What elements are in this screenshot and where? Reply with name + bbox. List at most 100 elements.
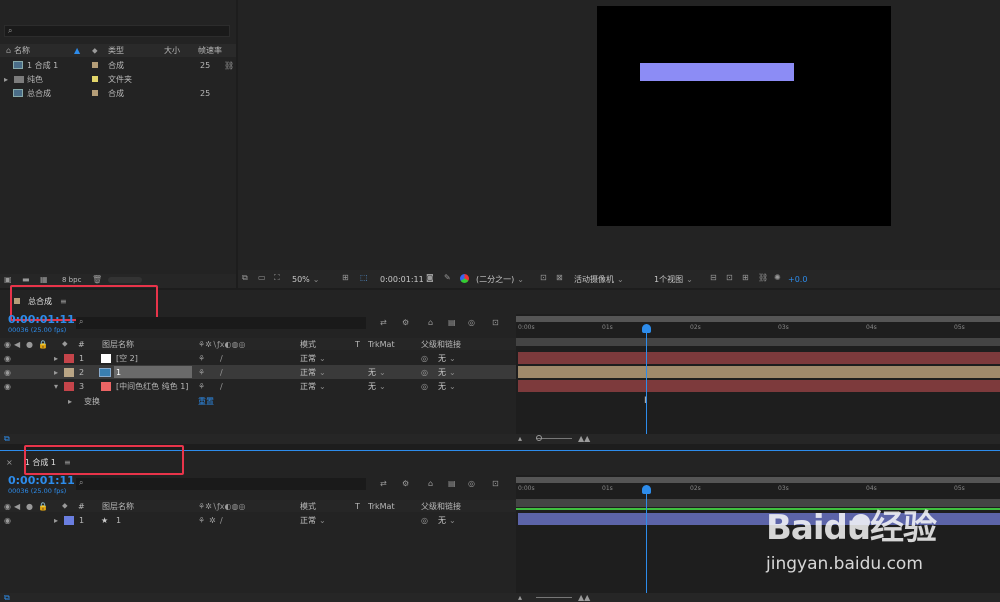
shy-layers-icon[interactable]: ⌂ (428, 479, 433, 488)
quality-switch-icon[interactable]: ∕ (220, 382, 223, 391)
trkmat-dropdown[interactable]: 无 (368, 366, 386, 378)
graph-editor-icon[interactable]: ⊡ (492, 479, 499, 488)
current-time-indicator[interactable] (646, 324, 647, 434)
expand-arrow-icon[interactable]: ▸ (68, 397, 72, 406)
mask-visibility-icon[interactable]: ⛶ (274, 273, 280, 283)
current-time-indicator[interactable] (646, 485, 647, 593)
toggle-switches-icon[interactable]: ⧉ (4, 593, 10, 602)
eye-icon[interactable]: ◉ (4, 354, 11, 363)
draft-3d-icon[interactable]: ⚙ (402, 318, 409, 327)
layer-label-color[interactable] (64, 381, 74, 391)
resolution-dropdown[interactable]: (二分之一) (476, 273, 524, 285)
column-layer-name[interactable]: 图层名称 (102, 339, 134, 350)
parent-dropdown[interactable]: 无 (438, 514, 456, 526)
playhead-handle[interactable] (642, 485, 651, 494)
toggle-switches-icon[interactable]: ⧉ (4, 434, 10, 444)
trkmat-dropdown[interactable]: 无 (368, 380, 386, 392)
zoom-slider[interactable] (536, 597, 572, 598)
composition-canvas[interactable] (597, 6, 891, 226)
snapshot-camera-icon[interactable]: ◙ (426, 273, 434, 282)
project-item[interactable]: ▸ 纯色 文件夹 (0, 72, 236, 86)
bpc-button[interactable]: 8 bpc (62, 276, 81, 284)
quality-switch-icon[interactable]: ∕ (220, 368, 223, 377)
shy-switch-icon[interactable]: ⚘ (198, 354, 205, 363)
pick-whip-icon[interactable]: ◎ (421, 368, 428, 377)
shape-layer-rectangle[interactable] (640, 63, 794, 81)
parent-dropdown[interactable]: 无 (438, 380, 456, 392)
layer-label-color[interactable] (64, 367, 74, 377)
reset-link[interactable]: 重置 (198, 396, 214, 407)
frame-blending-icon[interactable]: ▤ (448, 479, 456, 488)
zoom-out-icon[interactable]: ▴ (518, 593, 522, 602)
expand-arrow-icon[interactable]: ▸ (54, 354, 58, 363)
fast-preview-icon[interactable]: ⊠ (556, 273, 563, 282)
column-layer-name[interactable]: 图层名称 (102, 501, 134, 512)
flowchart-icon[interactable]: ⛓ (758, 273, 768, 282)
eye-icon[interactable]: ◉ (4, 382, 11, 391)
region-of-interest-icon[interactable]: ⬚ (360, 273, 368, 282)
blend-mode-dropdown[interactable]: 正常 (300, 366, 326, 378)
flowchart-icon[interactable]: ⛓ (224, 61, 234, 70)
current-time-display[interactable]: 0:00:01:11 (8, 313, 75, 326)
monitor-icon[interactable]: ▭ (258, 273, 266, 282)
camera-dropdown[interactable]: 活动摄像机 (574, 273, 624, 285)
layer-label-color[interactable] (64, 515, 74, 525)
expand-arrow-icon[interactable]: ▸ (54, 516, 58, 525)
sort-ascending-icon[interactable]: ▲ (74, 46, 80, 55)
layer-search-input[interactable]: ⌕ (76, 478, 366, 490)
zoom-in-icon[interactable]: ▲▲ (578, 434, 590, 443)
zoom-in-icon[interactable]: ▲▲ (578, 593, 590, 602)
shy-layers-icon[interactable]: ⌂ (428, 318, 433, 327)
blend-mode-dropdown[interactable]: 正常 (300, 380, 326, 392)
project-scrollbar[interactable] (108, 277, 142, 283)
shy-switch-icon[interactable]: ⚘ (198, 516, 205, 525)
quality-switch-icon[interactable]: ∕ (220, 354, 223, 363)
fast-draft-icon[interactable]: ⊞ (742, 273, 749, 282)
column-name[interactable]: 名称 (14, 45, 30, 56)
graph-editor-icon[interactable]: ⊡ (492, 318, 499, 327)
expand-arrow-icon[interactable]: ▸ (54, 368, 58, 377)
parent-dropdown[interactable]: 无 (438, 366, 456, 378)
column-rate[interactable]: 帧速率 (198, 45, 222, 56)
layer-name[interactable]: 1 (116, 516, 121, 525)
parent-dropdown[interactable]: 无 (438, 352, 456, 364)
blend-mode-dropdown[interactable]: 正常 (300, 514, 326, 526)
always-preview-icon[interactable]: ⧉ (242, 273, 248, 283)
playhead-handle[interactable] (642, 324, 651, 333)
frame-blending-icon[interactable]: ▤ (448, 318, 456, 327)
trash-icon[interactable]: 🗑 (92, 275, 102, 284)
layer-name-editing-field[interactable] (114, 366, 192, 378)
layer-duration-bar[interactable] (518, 380, 1000, 392)
work-area-bar[interactable] (516, 477, 1000, 483)
toggle-pixel-aspect-icon[interactable]: ⊟ (710, 273, 717, 282)
expand-arrow-icon[interactable]: ▸ (4, 75, 8, 84)
current-time-display[interactable]: 0:00:01:11 (8, 474, 75, 487)
timeline-graph-area[interactable]: 0:00s 01s 02s 03s 04s 05s I (516, 314, 1000, 434)
motion-blur-switch-icon[interactable]: ◎ (468, 318, 475, 327)
reset-exposure-icon[interactable]: ✺ (774, 273, 781, 282)
quality-switch-icon[interactable]: ∕ (220, 516, 223, 525)
shy-switch-icon[interactable]: ⚘ (198, 382, 205, 391)
viewer-timecode[interactable]: 0:00:01:11 (380, 275, 424, 284)
eye-icon[interactable]: ◉ (4, 368, 11, 377)
project-item[interactable]: 总合成 合成 25 (0, 86, 236, 100)
column-size[interactable]: 大小 (164, 45, 180, 56)
layer-name[interactable]: 1 (116, 368, 121, 377)
layer-duration-bar[interactable] (518, 366, 1000, 378)
draft-3d-icon[interactable]: ⚙ (402, 479, 409, 488)
color-channels-icon[interactable] (460, 274, 469, 283)
transparency-grid-icon[interactable]: ⊡ (540, 273, 547, 282)
shy-switch-icon[interactable]: ⚘ (198, 368, 205, 377)
collapse-switch-icon[interactable]: ✲ (209, 516, 216, 525)
new-composition-icon[interactable]: ▦ (40, 275, 48, 284)
layer-name[interactable]: [中间色红色 纯色 1] (116, 381, 188, 392)
project-search-input[interactable]: ⌕ (4, 25, 230, 37)
column-type[interactable]: 类型 (108, 45, 124, 56)
composition-mini-flowchart-icon[interactable]: ⇄ (380, 479, 387, 488)
blend-mode-dropdown[interactable]: 正常 (300, 352, 326, 364)
motion-blur-switch-icon[interactable]: ◎ (468, 479, 475, 488)
layer-duration-bar[interactable] (518, 352, 1000, 364)
collapse-arrow-icon[interactable]: ▾ (54, 382, 58, 391)
work-area-bar[interactable] (516, 316, 1000, 322)
close-tab-icon[interactable]: × (6, 458, 13, 467)
